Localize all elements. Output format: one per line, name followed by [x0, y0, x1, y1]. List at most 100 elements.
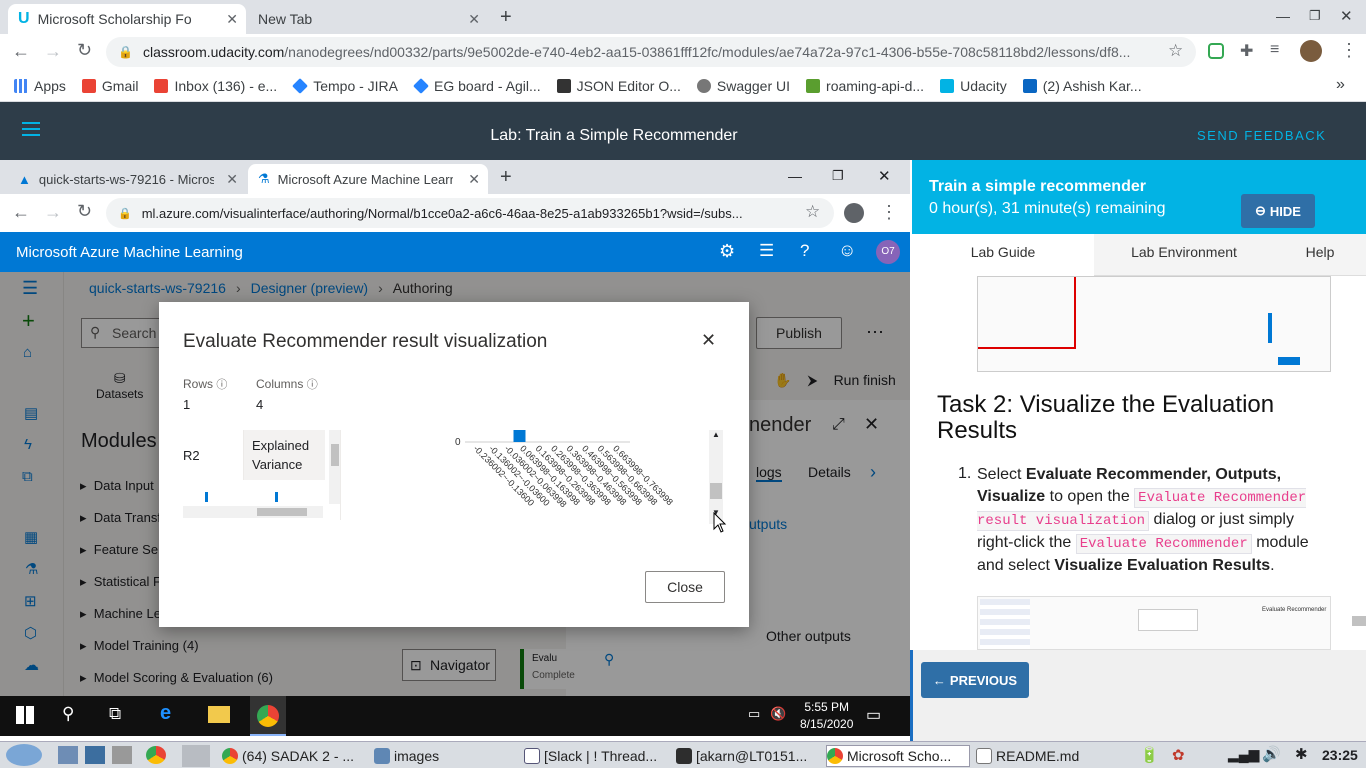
file-manager-icon[interactable] — [112, 746, 132, 764]
bookmark-label: EG board - Agil... — [434, 77, 541, 94]
notifications-icon[interactable]: ▭ — [866, 705, 881, 725]
avatar[interactable]: O7 — [876, 240, 900, 264]
info-icon[interactable]: ⓘ — [216, 379, 227, 391]
bookmark-json-editor[interactable]: JSON Editor O... — [556, 78, 681, 94]
azure-app-title[interactable]: Microsoft Azure Machine Learning — [16, 244, 243, 261]
tab-new-tab[interactable]: New Tab ✕ — [248, 4, 488, 34]
bookmark-linkedin[interactable]: (2) Ashish Kar... — [1022, 78, 1142, 94]
task-microsoft-scholarship[interactable]: Microsoft Scho... — [826, 745, 970, 767]
show-desktop-icon[interactable] — [58, 746, 78, 764]
task-slack[interactable]: [Slack | ! Thread... — [524, 745, 668, 767]
bluetooth-icon[interactable]: ✱ — [1295, 745, 1308, 763]
previous-button[interactable]: ← PREVIOUS — [921, 662, 1029, 698]
close-icon[interactable]: ✕ — [468, 11, 480, 28]
hide-button[interactable]: ⊖ HIDE — [1241, 194, 1315, 228]
tab-quick-starts[interactable]: ▲ quick-starts-ws-79216 - Microsof ✕ — [8, 164, 246, 194]
chrome-taskbar-button[interactable] — [250, 696, 286, 736]
bookmark-apps[interactable]: Apps — [14, 78, 66, 94]
bookmark-swagger[interactable]: Swagger UI — [696, 78, 790, 94]
bookmark-roaming-api[interactable]: roaming-api-d... — [806, 78, 924, 94]
reload-icon[interactable]: ↻ — [77, 201, 92, 222]
back-icon[interactable]: ← — [12, 202, 30, 223]
send-feedback-link[interactable]: SEND FEEDBACK — [1197, 128, 1326, 143]
tab-azure-ml[interactable]: ⚗ Microsoft Azure Machine Learnin ✕ — [248, 164, 488, 194]
bookmark-udacity[interactable]: Udacity — [940, 78, 1007, 94]
cloud-icon[interactable]: ✿ — [1172, 746, 1185, 764]
linkedin-icon — [1022, 78, 1037, 93]
bookmark-inbox[interactable]: Inbox (136) - e... — [154, 78, 277, 94]
settings-gear-icon[interactable]: ⚙ — [719, 241, 735, 262]
bookmarks-overflow[interactable]: » — [1336, 76, 1345, 94]
terminal-launcher-icon[interactable] — [85, 746, 105, 764]
chart-scrollbar[interactable]: ▲ ▼ — [709, 430, 723, 524]
info-icon[interactable]: ⓘ — [307, 379, 318, 391]
edge-icon[interactable]: e — [160, 702, 171, 725]
address-bar[interactable]: 🔒 classroom.udacity.com/nanodegrees/nd00… — [106, 37, 1196, 67]
notes-icon[interactable]: ☰ — [759, 241, 774, 261]
step-text: to open the — [1049, 488, 1130, 505]
chrome-launcher-icon[interactable] — [146, 746, 166, 764]
power-icon[interactable]: 🔋 — [1140, 746, 1159, 764]
star-icon[interactable]: ☆ — [805, 202, 820, 222]
close-icon[interactable]: ✕ — [468, 171, 480, 188]
windows-start-icon[interactable] — [16, 706, 34, 724]
menu-kebab-icon[interactable]: ⋮ — [1340, 40, 1358, 61]
column-header-explained-variance[interactable]: Explained Variance — [243, 430, 325, 480]
search-icon[interactable]: ⚲ — [62, 704, 74, 724]
scroll-thumb[interactable] — [710, 483, 722, 499]
network-icon[interactable]: ▭ — [748, 706, 760, 722]
histogram-bar[interactable] — [513, 430, 526, 442]
blank-launcher-icon[interactable] — [182, 745, 210, 767]
tab-lab-guide[interactable]: Lab Guide — [912, 234, 1094, 276]
back-icon[interactable]: ← — [12, 41, 30, 62]
task-readme[interactable]: README.md — [976, 745, 1120, 767]
file-explorer-icon[interactable] — [208, 706, 230, 723]
vertical-scrollbar[interactable] — [329, 430, 340, 504]
horizontal-scrollbar[interactable] — [183, 506, 323, 518]
menu-start-icon[interactable] — [6, 744, 42, 766]
task-images[interactable]: images — [374, 745, 514, 767]
task-sadak[interactable]: (64) SADAK 2 - ... — [222, 745, 366, 767]
new-tab-icon[interactable]: + — [500, 166, 512, 189]
minimize-icon[interactable]: — — [1276, 8, 1290, 24]
close-icon[interactable]: ✕ — [701, 330, 716, 351]
close-button[interactable]: Close — [645, 571, 725, 603]
extension-icon[interactable] — [1208, 43, 1224, 59]
bookmark-tempo[interactable]: Tempo - JIRA — [292, 78, 398, 94]
puzzle-icon[interactable]: ✚ — [1240, 41, 1253, 61]
restore-icon[interactable]: ❐ — [832, 168, 844, 184]
mute-icon[interactable]: 🔇 — [770, 706, 786, 722]
window-close-icon[interactable]: ✕ — [878, 167, 891, 185]
star-icon[interactable]: ☆ — [1168, 41, 1183, 61]
menu-kebab-icon[interactable]: ⋮ — [880, 202, 898, 223]
column-header-r2[interactable]: R2 — [183, 448, 200, 463]
address-bar[interactable]: 🔒 ml.azure.com/visualinterface/authoring… — [106, 198, 834, 228]
restore-icon[interactable]: ❐ — [1309, 8, 1321, 24]
bookmark-gmail[interactable]: Gmail — [81, 78, 138, 94]
bookmark-eg-board[interactable]: EG board - Agil... — [413, 77, 541, 94]
task-terminal[interactable]: [akarn@LT0151... — [676, 745, 820, 767]
media-icon[interactable]: ≡ — [1270, 41, 1279, 59]
task-view-icon[interactable]: ⧉ — [109, 704, 121, 724]
signal-icon[interactable]: ▂▄▆ — [1228, 746, 1259, 763]
tab-microsoft-scholarship[interactable]: U Microsoft Scholarship Fo ✕ — [8, 4, 246, 34]
tab-lab-environment[interactable]: Lab Environment — [1094, 234, 1274, 276]
profile-avatar[interactable] — [1300, 40, 1322, 62]
window-close-icon[interactable]: ✕ — [1340, 7, 1353, 25]
forward-icon[interactable]: → — [44, 41, 62, 62]
reload-icon[interactable]: ↻ — [77, 40, 92, 61]
new-tab-icon[interactable]: + — [500, 6, 512, 29]
close-icon[interactable]: ✕ — [226, 11, 238, 28]
scroll-up-icon[interactable]: ▲ — [709, 430, 723, 439]
linux-clock[interactable]: 23:25 — [1322, 747, 1358, 763]
volume-icon[interactable]: 🔊 — [1262, 745, 1281, 763]
help-icon[interactable]: ? — [800, 241, 809, 261]
system-clock[interactable]: 5:55 PM 8/15/2020 — [800, 700, 853, 731]
smiley-feedback-icon[interactable]: ☺ — [838, 240, 856, 261]
panel-scroll-thumb[interactable] — [1352, 616, 1366, 626]
tab-help[interactable]: Help — [1274, 234, 1366, 276]
profile-icon[interactable] — [844, 203, 864, 223]
minimize-icon[interactable]: — — [788, 168, 802, 184]
forward-icon[interactable]: → — [44, 202, 62, 223]
close-icon[interactable]: ✕ — [226, 171, 238, 188]
